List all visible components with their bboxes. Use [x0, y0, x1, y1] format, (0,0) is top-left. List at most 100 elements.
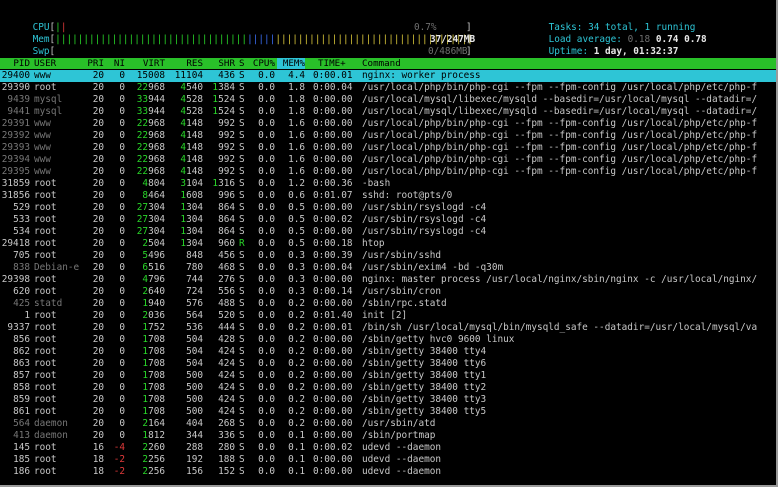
process-command: /usr/sbin/atd [362, 418, 436, 429]
process-row[interactable]: 9439 mysql 20 0 33944 4528 1524 S 0.0 1.8 0:00.00 /… [0, 94, 776, 106]
process-shr: 1524 [212, 94, 235, 105]
process-user: www [34, 70, 51, 81]
col-command[interactable]: Command [362, 58, 401, 69]
process-row[interactable]: 425 statd 20 0 1940 576 488 S 0.0 0.2 0:00.00/sbin… [0, 298, 776, 310]
process-row[interactable]: 29398 root 20 0 4796 744 276 S 0.0 0.3 0:00.00 ngin… [0, 274, 776, 286]
process-pri: 20 [92, 358, 104, 369]
process-row[interactable]: 564 daemon 20 0 2164 404 268 S 0.0 0.2 0:00.00/usr… [0, 418, 776, 430]
process-row[interactable]: 29393 www 20 0 22968 4148 992 S 0.0 1.6 0:00.00/us… [0, 142, 776, 154]
process-user: root [34, 358, 57, 369]
process-row[interactable]: 533 root 20 0 27304 1304 864 S 0.0 0.5 0:00.02/usr… [0, 214, 776, 226]
process-state: S [239, 382, 245, 393]
process-shr: 436 [218, 70, 235, 81]
process-user: root [34, 202, 57, 213]
process-command: /usr/local/mysql/libexec/mysqld --basedi… [362, 94, 758, 105]
process-row[interactable]: 838 Debian-e 20 0 6516 780 468 S 0.0 0.3 0:00.04/u… [0, 262, 776, 274]
process-row[interactable]: 29395 www 20 0 22968 4148 992 S 0.0 1.6 0:00.00/us… [0, 166, 776, 178]
process-row[interactable]: 413 daemon 20 0 1812 344 336 S 0.0 0.1 0:00.00/sbi… [0, 430, 776, 442]
process-cpu: 0.0 [258, 130, 275, 141]
process-row[interactable]: 9337 root 20 0 1752 536 444 S 0.0 0.2 0:00.01/bin/… [0, 322, 776, 334]
process-row[interactable]: 1 root 20 0 2036 564 520 S 0.0 0.2 0:01.40 init [2] [0, 310, 776, 322]
process-res: 1304 [180, 226, 203, 237]
process-row[interactable]: 861 root 20 0 1708 500 424 S 0.0 0.2 0:00.00/sbin/… [0, 406, 776, 418]
cpu-meter: CPU[|| 0.7%] [32, 22, 472, 33]
process-time: 0:00.39 [313, 250, 353, 261]
process-row[interactable]: 31859 root 20 0 4804 3104 1316 S 0.0 1.2 0:00.36 -b… [0, 178, 776, 190]
process-row[interactable]: 29391 www 20 0 22968 4148 992 S 0.0 1.6 0:00.00/us… [0, 118, 776, 130]
process-row[interactable]: 705 root 20 0 5496 848 456 S 0.0 0.3 0:00.39/usr/s… [0, 250, 776, 262]
col-virt[interactable]: VIRT [127, 58, 165, 69]
col-cpu[interactable]: CPU% [250, 58, 275, 69]
process-ni: 0 [119, 238, 125, 249]
process-row[interactable]: 29392 www 20 0 22968 4148 992 S 0.0 1.6 0:00.00/us… [0, 130, 776, 142]
process-cpu: 0.0 [258, 382, 275, 393]
process-time: 0:00.00 [313, 466, 353, 477]
process-virt: 22968 [136, 154, 165, 165]
col-user[interactable]: USER [34, 58, 56, 69]
process-command: htop [362, 238, 385, 249]
col-ni[interactable]: NI [103, 58, 125, 69]
col-mem-sorted[interactable]: MEM% [277, 58, 305, 69]
process-time: 0:00.04 [313, 82, 353, 93]
col-time[interactable]: TIME+ [318, 58, 346, 69]
process-row[interactable]: 863 root 20 0 1708 504 424 S 0.0 0.2 0:00.00/sbin/… [0, 358, 776, 370]
process-time: 0:00.00 [313, 406, 353, 417]
process-row[interactable]: 856 root 20 0 1708 504 428 S 0.0 0.2 0:00.00/sbin/… [0, 334, 776, 346]
process-user: www [34, 166, 51, 177]
process-virt: 27304 [136, 214, 165, 225]
process-row[interactable]: 31856 root 20 0 8464 1608 996 S 0.0 0.6 0:01.07 ssh… [0, 190, 776, 202]
process-state: S [239, 310, 245, 321]
process-user: root [34, 238, 57, 249]
process-shr: 468 [218, 262, 235, 273]
process-command: /usr/sbin/rsyslogd -c4 [362, 226, 487, 237]
process-time: 0:01.07 [313, 190, 353, 201]
process-row[interactable]: 862 root 20 0 1708 504 424 S 0.0 0.2 0:00.00/sbin/… [0, 346, 776, 358]
process-command: /usr/local/php/bin/php-cgi --fpm --fpm-c… [362, 130, 758, 141]
process-user: www [34, 118, 51, 129]
process-row[interactable]: 857 root 20 0 1708 500 424 S 0.0 0.2 0:00.00/sbin/… [0, 370, 776, 382]
process-pid: 29398 [1, 274, 30, 285]
swap-meter-value: 0/486MB [428, 46, 468, 57]
process-virt: 4796 [142, 274, 165, 285]
process-row[interactable]: 29390 root 20 0 22968 4540 1384 S 0.0 1.8 0:00.04 /… [0, 82, 776, 94]
process-virt: 6516 [142, 262, 165, 273]
process-command: /usr/sbin/cron [362, 286, 442, 297]
process-row[interactable]: 186 root 18 -2 2256 156 152 S 0.0 0.1 0:00.00 udevd… [0, 466, 776, 478]
col-pid[interactable]: PID [0, 58, 30, 69]
col-state[interactable]: S [239, 58, 245, 69]
col-pri[interactable]: PRI [82, 58, 104, 69]
process-res: 4148 [180, 130, 203, 141]
process-mem: 4.4 [288, 70, 305, 81]
process-row[interactable]: 534 root 20 0 27304 1304 864 S 0.0 0.5 0:00.00/usr… [0, 226, 776, 238]
process-row[interactable]: 620 root 20 0 2640 724 556 S 0.0 0.3 0:00.14/usr/s… [0, 286, 776, 298]
process-user: root [34, 466, 57, 477]
process-row[interactable]: 529 root 20 0 27304 1304 864 S 0.0 0.5 0:00.00/usr… [0, 202, 776, 214]
process-command: /sbin/getty 38400 tty3 [362, 394, 487, 405]
process-row[interactable]: 29400 www 20 0 15008 11104 436 S 0.0 4.4 0:00.01 ng… [0, 70, 776, 82]
process-row[interactable]: 29418 root 20 0 2504 1304 960 R 0.0 0.5 0:00.18 hto… [0, 238, 776, 250]
process-user: root [34, 82, 57, 93]
col-res[interactable]: RES [168, 58, 203, 69]
process-row[interactable]: 9441 mysql 20 0 33944 4528 1524 S 0.0 1.8 0:00.00 /… [0, 106, 776, 118]
process-mem: 0.2 [288, 394, 305, 405]
process-pid: 564 [13, 418, 30, 429]
process-pri: 18 [92, 466, 104, 477]
process-shr: 960 [218, 238, 235, 249]
process-res: 404 [186, 418, 203, 429]
process-virt: 2256 [142, 454, 165, 465]
process-state: S [239, 190, 245, 201]
process-time: 0:00.02 [313, 214, 353, 225]
process-virt: 1708 [142, 358, 165, 369]
process-row[interactable]: 859 root 20 0 1708 500 424 S 0.0 0.2 0:00.00/sbin/… [0, 394, 776, 406]
col-shr[interactable]: SHR [205, 58, 235, 69]
process-pid: 29392 [1, 130, 30, 141]
process-pid: 861 [13, 406, 30, 417]
process-shr: 992 [218, 130, 235, 141]
process-cpu: 0.0 [258, 430, 275, 441]
process-state: S [239, 322, 245, 333]
process-row[interactable]: 185 root 18 -2 2256 192 188 S 0.0 0.1 0:00.00 udevd… [0, 454, 776, 466]
process-row[interactable]: 29394 www 20 0 22968 4148 992 S 0.0 1.6 0:00.00/us… [0, 154, 776, 166]
process-row[interactable]: 145 root 16 -4 2260 288 280 S 0.0 0.1 0:00.02 udevd… [0, 442, 776, 454]
process-row[interactable]: 858 root 20 0 1708 500 424 S 0.0 0.2 0:00.00/sbin/… [0, 382, 776, 394]
process-ni: 0 [119, 430, 125, 441]
